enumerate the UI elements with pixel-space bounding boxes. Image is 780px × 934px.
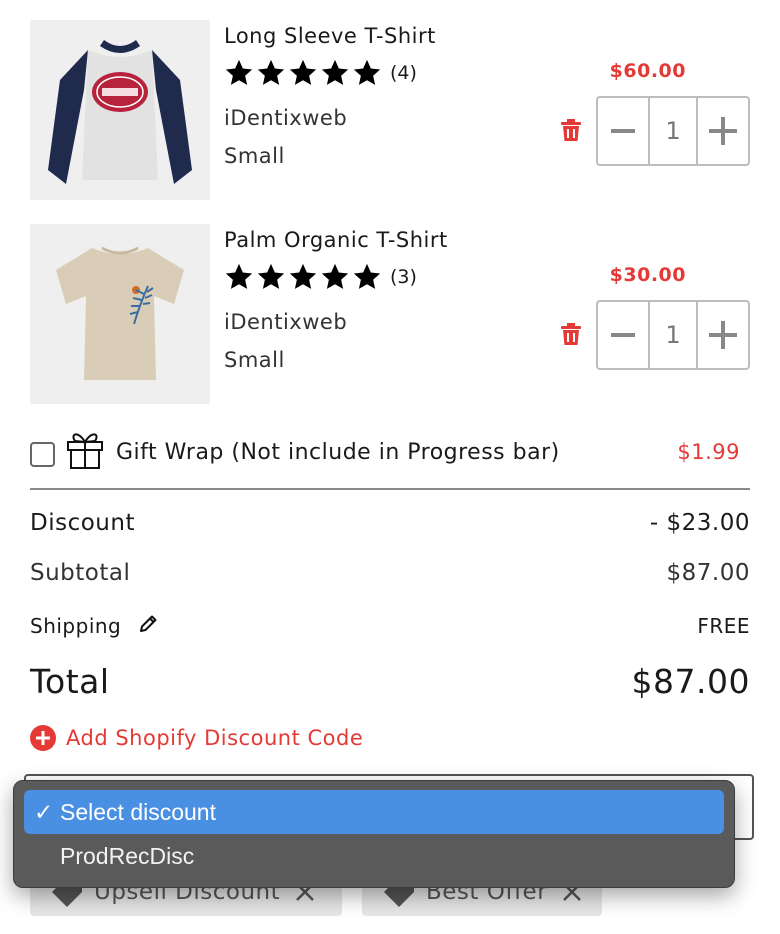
product-title[interactable]: Palm Organic T-Shirt <box>224 228 448 252</box>
discount-label: Discount <box>30 510 135 536</box>
plus-icon <box>709 117 737 145</box>
gift-wrap-row: Gift Wrap (Not include in Progress bar) … <box>30 426 750 482</box>
trash-icon[interactable] <box>560 118 582 142</box>
product-rating: (4) <box>224 58 417 88</box>
rating-count: (3) <box>390 266 417 288</box>
dropdown-option-select-discount[interactable]: ✓ Select discount <box>24 790 724 834</box>
quantity-input[interactable]: 1 <box>648 302 698 368</box>
product-variant: Small <box>224 144 285 168</box>
star-icon <box>321 263 349 289</box>
gift-wrap-checkbox[interactable] <box>30 442 55 467</box>
summary-divider <box>30 488 750 490</box>
total-value: $87.00 <box>631 662 750 701</box>
star-icon <box>353 263 381 289</box>
trash-icon[interactable] <box>560 322 582 346</box>
star-icon <box>257 263 285 289</box>
product-price: $30.00 <box>609 264 686 286</box>
quantity-input[interactable]: 1 <box>648 98 698 164</box>
option-label: ProdRecDisc <box>60 842 195 869</box>
star-icon <box>353 59 381 85</box>
pencil-icon[interactable] <box>138 614 158 634</box>
star-icon <box>225 59 253 85</box>
plus-icon <box>709 321 737 349</box>
subtotal-label: Subtotal <box>30 560 131 586</box>
product-vendor: iDentixweb <box>224 310 348 334</box>
cart-item: Long Sleeve T-Shirt (4) iDentixweb Small… <box>30 20 750 200</box>
increase-quantity-button[interactable] <box>698 98 748 164</box>
shipping-label: Shipping <box>30 614 122 638</box>
add-discount-code-link[interactable]: Add Shopify Discount Code <box>30 724 363 752</box>
gift-wrap-price: $1.99 <box>677 440 740 464</box>
add-discount-code-label: Add Shopify Discount Code <box>66 726 364 750</box>
quantity-stepper: 1 <box>596 96 750 166</box>
product-image-long-sleeve-tshirt[interactable] <box>30 20 210 200</box>
star-icon <box>257 59 285 85</box>
product-vendor: iDentixweb <box>224 106 348 130</box>
increase-quantity-button[interactable] <box>698 302 748 368</box>
cart-item: Palm Organic T-Shirt (3) iDentixweb Smal… <box>30 224 750 404</box>
checkmark-icon: ✓ <box>34 798 54 825</box>
product-rating: (3) <box>224 262 417 292</box>
star-icon <box>289 263 317 289</box>
product-price: $60.00 <box>609 60 686 82</box>
gift-icon <box>67 433 103 469</box>
add-circle-icon <box>30 725 56 751</box>
star-icon <box>225 263 253 289</box>
option-label: Select discount <box>60 798 216 825</box>
subtotal-value: $87.00 <box>666 560 750 586</box>
minus-icon <box>611 129 635 133</box>
product-variant: Small <box>224 348 285 372</box>
shipping-value: FREE <box>697 614 750 638</box>
product-title[interactable]: Long Sleeve T-Shirt <box>224 24 436 48</box>
rating-count: (4) <box>390 62 417 84</box>
total-label: Total <box>30 662 110 701</box>
minus-icon <box>611 333 635 337</box>
discount-dropdown-menu: ✓ Select discount ProdRecDisc <box>13 780 735 888</box>
quantity-stepper: 1 <box>596 300 750 370</box>
star-icon <box>321 59 349 85</box>
product-image-palm-organic-tshirt[interactable] <box>30 224 210 404</box>
gift-wrap-label: Gift Wrap (Not include in Progress bar) <box>116 440 560 465</box>
star-icon <box>289 59 317 85</box>
decrease-quantity-button[interactable] <box>598 98 648 164</box>
discount-value: - $23.00 <box>649 510 750 536</box>
decrease-quantity-button[interactable] <box>598 302 648 368</box>
dropdown-option-prodrecdisc[interactable]: ProdRecDisc <box>24 834 724 878</box>
